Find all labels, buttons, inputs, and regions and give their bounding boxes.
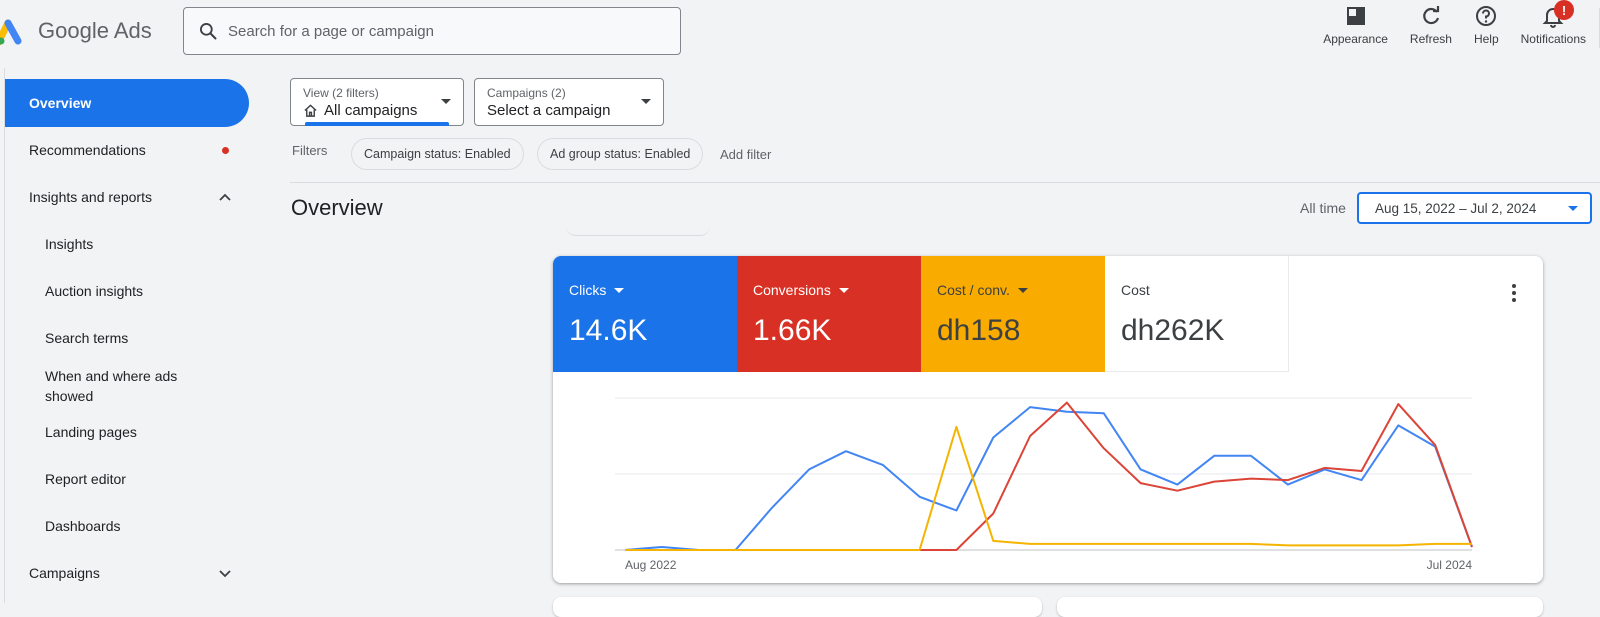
series-line-clicks	[624, 406, 1473, 551]
search-input[interactable]	[228, 22, 648, 40]
metric-tile-cost[interactable]: Cost dh262K	[1105, 256, 1289, 372]
caret-down-icon	[1017, 287, 1028, 293]
sidebar-item-label: Dashboards	[45, 518, 121, 534]
google-ads-logo-icon	[0, 19, 22, 45]
performance-card: Clicks 14.6K Conversions 1.66K Cost / co…	[553, 256, 1543, 583]
home-icon	[304, 104, 317, 117]
appearance-button[interactable]: Appearance	[1323, 4, 1388, 46]
metric-value: dh262K	[1121, 314, 1225, 347]
campaign-select-caption: Campaigns (2)	[487, 86, 566, 100]
sidebar-item-label: Search terms	[45, 330, 129, 346]
metric-tile-conversions[interactable]: Conversions 1.66K	[737, 256, 921, 372]
chevron-down-icon	[219, 570, 231, 578]
view-select-value: All campaigns	[324, 102, 418, 119]
help-label: Help	[1473, 32, 1499, 46]
sidebar-item-label: Auction insights	[45, 283, 144, 299]
caret-down-icon	[641, 99, 651, 104]
metric-value: dh158	[937, 314, 1021, 347]
campaign-select-value: Select a campaign	[487, 102, 611, 119]
metric-name: Conversions	[753, 282, 831, 298]
refresh-button[interactable]: Refresh	[1410, 4, 1452, 46]
metric-tile-clicks[interactable]: Clicks 14.6K	[553, 256, 737, 372]
sidebar-item-report-editor[interactable]: Report editor	[5, 455, 249, 503]
date-range-picker[interactable]: Aug 15, 2022 – Jul 2, 2024	[1357, 192, 1592, 224]
search-box[interactable]	[183, 7, 681, 55]
filter-chip-campaign-status[interactable]: Campaign status: Enabled	[351, 138, 524, 170]
add-filter-button[interactable]: Add filter	[720, 147, 771, 162]
notifications-badge: !	[1554, 0, 1574, 20]
sidebar-nav: Overview Recommendations Insights and re…	[4, 68, 249, 603]
sidebar-item-insights[interactable]: Insights	[5, 220, 249, 268]
help-button[interactable]: Help	[1474, 4, 1499, 46]
view-select-indicator	[305, 122, 449, 126]
sidebar-item-label: Insights and reports	[29, 189, 152, 205]
logo-text: Google Ads	[38, 18, 152, 43]
more-options-icon[interactable]	[1511, 284, 1517, 304]
date-range-label: All time	[1300, 200, 1346, 216]
sidebar-item-label: Insights	[45, 236, 94, 252]
notifications-button[interactable]: ! Notifications	[1520, 0, 1586, 46]
metric-name: Cost	[1121, 282, 1150, 298]
help-icon	[1476, 6, 1497, 26]
caret-down-icon	[441, 99, 451, 104]
collapsed-tab-handle[interactable]	[566, 226, 710, 236]
metric-tile-cost-per-conv[interactable]: Cost / conv. dh158	[921, 256, 1105, 372]
sidebar-item-campaigns[interactable]: Campaigns	[5, 549, 249, 597]
sidebar-item-label: When and where ads showed	[45, 368, 178, 404]
appearance-label: Appearance	[1323, 32, 1388, 46]
top-bar: Google Ads Appearance Refresh Help ! Not…	[0, 0, 1600, 64]
refresh-icon	[1423, 6, 1440, 25]
sidebar-item-recommendations[interactable]: Recommendations	[5, 126, 249, 174]
sidebar-item-label: Campaigns	[29, 565, 100, 581]
filter-chip-ad-group-status[interactable]: Ad group status: Enabled	[537, 138, 704, 170]
sidebar-item-label: Recommendations	[29, 142, 146, 158]
view-select-caption: View (2 filters)	[303, 86, 379, 100]
sidebar-item-auction-insights[interactable]: Auction insights	[5, 267, 249, 315]
divider	[290, 182, 1600, 183]
bottom-card-left	[553, 597, 1042, 617]
chart-series	[624, 401, 1473, 551]
top-actions: Appearance Refresh Help ! Notifications	[1301, 0, 1586, 46]
metric-name: Clicks	[569, 282, 607, 298]
caret-down-icon	[614, 287, 625, 293]
sidebar-item-insights-and-reports[interactable]: Insights and reports	[5, 173, 249, 221]
notification-dot	[222, 146, 229, 154]
filters-label: Filters	[292, 143, 328, 158]
appearance-icon	[1346, 7, 1365, 25]
sidebar-item-label: Overview	[29, 95, 92, 111]
google-ads-logo[interactable]: Google Ads	[0, 16, 152, 46]
sidebar-item-label: Landing pages	[45, 424, 137, 440]
sidebar-item-when-and-where[interactable]: When and where ads showed	[5, 362, 249, 410]
notifications-label: Notifications	[1520, 32, 1586, 46]
search-icon	[200, 23, 217, 40]
page-title: Overview	[291, 195, 383, 220]
bottom-card-right	[1057, 597, 1543, 617]
sidebar-item-landing-pages[interactable]: Landing pages	[5, 408, 249, 456]
sidebar-item-label: Report editor	[45, 471, 126, 487]
caret-down-icon	[1568, 206, 1578, 211]
x-axis-end-label: Jul 2024	[1427, 558, 1473, 572]
performance-line-chart: Aug 2022 Jul 2024	[615, 397, 1473, 572]
metric-name: Cost / conv.	[937, 282, 1010, 298]
campaign-select[interactable]: Campaigns (2) Select a campaign	[474, 78, 664, 126]
sidebar-item-dashboards[interactable]: Dashboards	[5, 502, 249, 550]
chevron-up-icon	[219, 193, 231, 201]
metric-value: 14.6K	[569, 314, 648, 347]
x-axis-start-label: Aug 2022	[625, 558, 677, 572]
metric-value: 1.66K	[753, 314, 832, 347]
sidebar-item-search-terms[interactable]: Search terms	[5, 314, 249, 362]
caret-down-icon	[838, 287, 849, 293]
view-select[interactable]: View (2 filters) All campaigns	[290, 78, 464, 126]
date-range-value: Aug 15, 2022 – Jul 2, 2024	[1375, 200, 1537, 216]
refresh-label: Refresh	[1409, 32, 1452, 46]
sidebar-item-overview[interactable]: Overview	[5, 79, 249, 127]
